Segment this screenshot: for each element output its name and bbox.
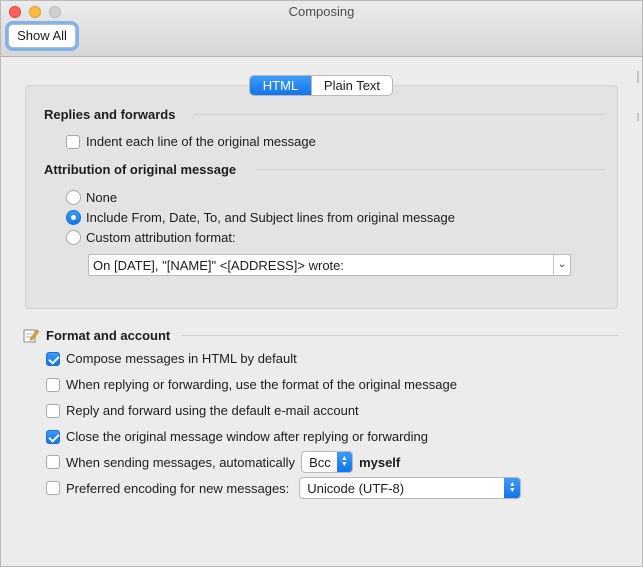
default-account-checkbox[interactable] (46, 403, 60, 418)
default-account-label: Reply and forward using the default e-ma… (66, 403, 359, 418)
attribution-include-label: Include From, Date, To, and Subject line… (86, 210, 455, 225)
pencil-icon (23, 329, 39, 343)
attribution-none-row[interactable]: None (66, 190, 117, 205)
toolbar: Composing Show All (1, 1, 642, 57)
close-original-row[interactable]: Close the original message window after … (46, 429, 428, 444)
auto-copy-label: When sending messages, automatically (66, 454, 296, 470)
encoding-select[interactable]: Unicode (UTF-8) ▲ ▼ (299, 477, 522, 499)
resize-edge-marker (637, 71, 639, 83)
close-original-checkbox[interactable] (46, 429, 60, 444)
attribution-none-radio[interactable] (66, 190, 81, 205)
attribution-none-label: None (86, 190, 118, 205)
close-original-label: Close the original message window after … (66, 429, 429, 444)
attribution-custom-row[interactable]: Custom attribution format: (66, 230, 236, 245)
attribution-heading: Attribution of original message (44, 162, 237, 177)
show-all-button[interactable]: Show All (8, 24, 76, 48)
encoding-select-value: Unicode (UTF-8) (307, 480, 405, 496)
compose-html-checkbox[interactable] (46, 351, 60, 366)
attribution-custom-label: Custom attribution format: (86, 230, 236, 245)
reply-format-label: When replying or forwarding, use the for… (66, 377, 457, 392)
format-tab-control: HTML Plain Text (249, 75, 393, 96)
divider (182, 335, 618, 336)
encoding-checkbox[interactable] (46, 481, 60, 495)
divider (256, 169, 605, 170)
html-tab-panel: Replies and forwards Indent each line of… (25, 85, 618, 309)
custom-attribution-value: On [DATE], "[NAME]" <[ADDRESS]> wrote: (93, 258, 344, 273)
bcc-select-value: Bcc (309, 454, 331, 470)
custom-attribution-combo[interactable]: On [DATE], "[NAME]" <[ADDRESS]> wrote: ⌄ (88, 254, 571, 276)
auto-copy-suffix: myself (359, 454, 401, 470)
reply-format-checkbox[interactable] (46, 377, 60, 392)
window-title: Composing (288, 4, 355, 19)
resize-edge-marker (637, 113, 639, 121)
up-down-arrows-icon: ▲ ▼ (504, 478, 521, 498)
attribution-include-row[interactable]: Include From, Date, To, and Subject line… (66, 210, 455, 225)
tab-html[interactable]: HTML (250, 76, 311, 95)
divider (194, 114, 605, 115)
up-down-arrows-icon: ▲ ▼ (336, 452, 353, 472)
auto-copy-checkbox[interactable] (46, 455, 60, 469)
tab-plain-text[interactable]: Plain Text (311, 76, 392, 95)
encoding-row[interactable]: Preferred encoding for new messages: Uni… (46, 477, 527, 499)
bcc-select[interactable]: Bcc ▲ ▼ (301, 451, 354, 473)
replies-heading: Replies and forwards (44, 107, 176, 122)
auto-copy-row[interactable]: When sending messages, automatically Bcc… (46, 451, 400, 473)
chevron-down-icon[interactable]: ⌄ (553, 255, 570, 275)
format-heading: Format and account (46, 328, 171, 343)
indent-option-row[interactable]: Indent each line of the original message (66, 134, 316, 149)
preferences-window: Composing Show All HTML Plain Text Repli… (0, 0, 643, 567)
attribution-include-radio[interactable] (66, 210, 81, 225)
attribution-custom-radio[interactable] (66, 230, 81, 245)
encoding-label: Preferred encoding for new messages: (66, 480, 290, 496)
compose-html-row[interactable]: Compose messages in HTML by default (46, 351, 297, 366)
compose-html-label: Compose messages in HTML by default (66, 351, 297, 366)
indent-label: Indent each line of the original message (86, 134, 316, 149)
indent-checkbox[interactable] (66, 134, 80, 149)
reply-format-row[interactable]: When replying or forwarding, use the for… (46, 377, 457, 392)
default-account-row[interactable]: Reply and forward using the default e-ma… (46, 403, 359, 418)
